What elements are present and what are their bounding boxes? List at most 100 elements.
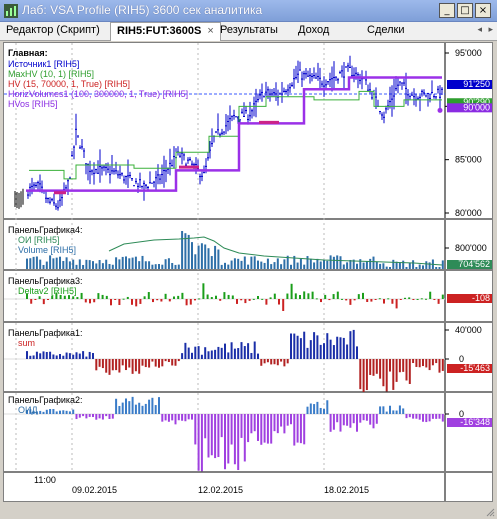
delta-bar (72, 296, 75, 299)
delta-bar (294, 293, 297, 299)
sum-bar (415, 359, 418, 367)
sum-bar (332, 345, 335, 359)
volume-bar (151, 264, 154, 269)
delta-bar (80, 292, 83, 299)
tab-chart-rih5[interactable]: RIH5:FUT:3600S × (110, 22, 221, 41)
oid-bar (214, 414, 217, 459)
volume-bar (98, 260, 101, 269)
delta-bar (122, 298, 125, 300)
tab-script-editor[interactable]: Редактор (Скрипт) (0, 22, 106, 40)
sum-bar (187, 347, 190, 359)
sum-bar (200, 354, 203, 359)
oid-bar (306, 406, 309, 414)
volume-bar (42, 264, 45, 269)
sum-bar (214, 349, 217, 359)
oid-bar (151, 397, 154, 414)
volume-bar (111, 264, 114, 269)
tab-trades[interactable]: Сделки (361, 22, 411, 40)
sum-bar (428, 359, 431, 371)
volume-bar (303, 264, 306, 269)
maximize-button[interactable]: □ (457, 3, 473, 18)
chart-canvas[interactable]: 95'000 90'000 85'000 80'000 Главная:Источник… (4, 43, 492, 501)
sum-bar (72, 354, 75, 359)
p1-value-tag: -15'463 (460, 363, 490, 373)
oid-bar (85, 414, 88, 419)
sum-bar (32, 355, 35, 359)
delta-bar (252, 298, 255, 300)
oid-bar (207, 414, 210, 458)
tab-results[interactable]: Результаты (214, 22, 284, 40)
p3-value-tag: -108 (472, 293, 490, 303)
volume-bar (408, 262, 411, 269)
delta-bar (152, 299, 154, 303)
oid-bar (293, 414, 296, 446)
sum-bar (306, 347, 309, 359)
delta-bar (349, 299, 352, 305)
tab-scroll-arrows-icon[interactable]: ◂ ▸ (477, 24, 495, 35)
volume-bar (336, 255, 339, 269)
volume-bar (164, 259, 167, 269)
delta-bar (84, 299, 87, 303)
sum-bar (75, 352, 78, 359)
oid-bar (356, 414, 358, 432)
sum-bar (299, 338, 302, 359)
tab-income[interactable]: Доход (292, 22, 335, 40)
sum-bar (177, 359, 180, 362)
sum-bar (118, 359, 121, 373)
oid-bar (177, 414, 180, 421)
sum-bar (369, 359, 372, 375)
oid-bar (171, 414, 174, 421)
window-titlebar[interactable]: Лаб: VSA Profile (RIH5) 3600 сек аналити… (0, 0, 497, 22)
sum-bar (68, 353, 71, 359)
oid-bar (191, 414, 193, 420)
oid-bar (88, 414, 91, 417)
oid-bar (365, 414, 368, 421)
volume-bar (210, 256, 213, 269)
volume-bar (306, 256, 309, 269)
p1-title: ПанельГрафика1: (8, 328, 83, 338)
volume-bar (339, 256, 342, 269)
volume-bar (32, 256, 35, 269)
close-button[interactable]: × (475, 3, 491, 18)
volume-bar (257, 260, 259, 269)
delta-bar (30, 299, 33, 304)
delta-bar (76, 297, 79, 299)
oid-bar (290, 414, 292, 425)
tab-close-icon[interactable]: × (207, 25, 213, 37)
delta-bar (231, 295, 234, 299)
delta-bar (395, 299, 398, 309)
volume-bar (128, 258, 131, 269)
sum-bar (257, 353, 259, 359)
oid-bar (125, 398, 127, 414)
volume-bar (167, 258, 170, 269)
oid-bar (299, 414, 302, 444)
volume-bar (415, 267, 418, 269)
sum-bar (240, 342, 243, 359)
resize-grip-icon[interactable] (485, 507, 495, 517)
minimize-button[interactable]: _ (439, 3, 455, 18)
chart-area[interactable]: 95'000 90'000 85'000 80'000 Главная:Источник… (3, 42, 493, 502)
sum-bar (151, 359, 154, 362)
oid-bar (49, 409, 52, 414)
oid-bar (342, 414, 345, 426)
delta-bar (139, 299, 142, 304)
sum-bar (329, 339, 332, 359)
volume-bar (369, 258, 372, 269)
oid-bar (220, 414, 223, 438)
oid-bar (92, 414, 94, 418)
volume-bar (422, 265, 424, 269)
volume-bar (283, 259, 286, 269)
oid-bar (45, 409, 48, 414)
volume-bar (138, 261, 141, 269)
sum-bar (243, 346, 246, 359)
sum-bar (191, 352, 193, 359)
delta-bar (311, 291, 314, 299)
volume-bar (62, 260, 65, 269)
volume-bar (326, 260, 329, 269)
sum-bar (389, 359, 391, 372)
delta-bar (34, 299, 37, 300)
delta-bar (412, 299, 415, 300)
oid-bar (329, 414, 332, 432)
sum-bar (435, 359, 438, 364)
price-axis-label: 80'000 (455, 208, 482, 218)
